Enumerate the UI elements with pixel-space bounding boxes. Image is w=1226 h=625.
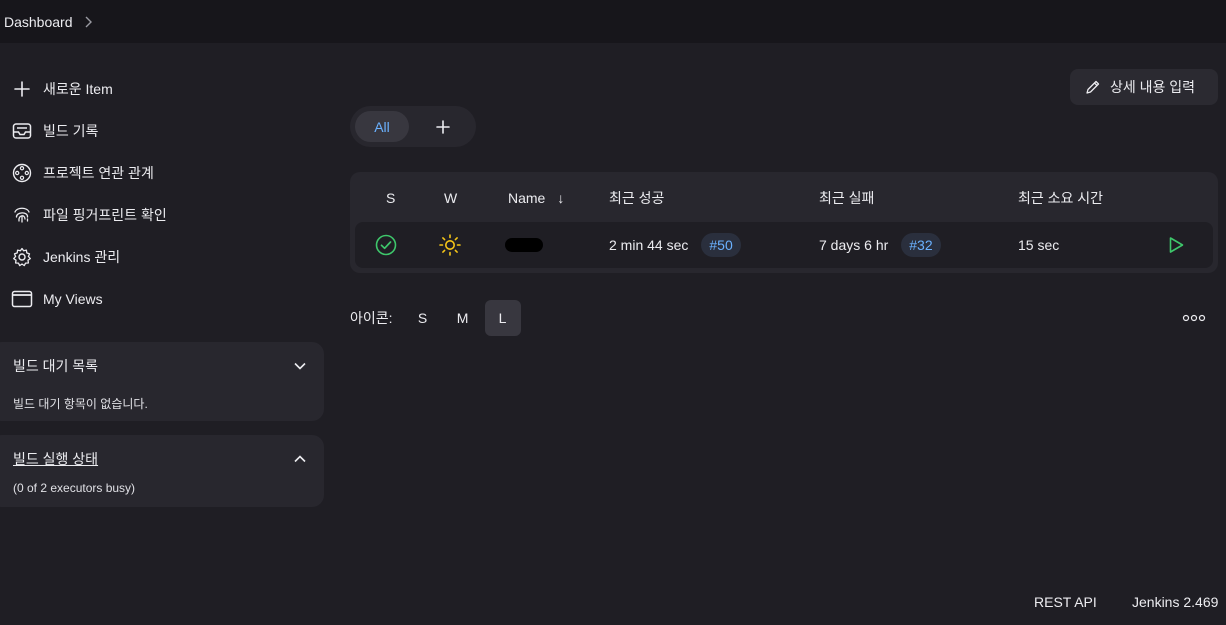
pencil-icon <box>1084 78 1102 96</box>
failure-build-link[interactable]: #32 <box>901 233 941 257</box>
header-last-failure[interactable]: 최근 실패 <box>819 189 874 207</box>
redacted-job-name <box>505 238 543 252</box>
header-last-success[interactable]: 최근 성공 <box>609 189 664 207</box>
jenkins-dashboard: Dashboard 새로운 Item 빌드 기록 프로젝트 연관 관계 파일 핑… <box>0 0 1226 625</box>
sidebar-item-label: 빌드 기록 <box>43 123 99 139</box>
breadcrumb-dashboard[interactable]: Dashboard <box>4 14 73 30</box>
job-name-link[interactable] <box>505 222 543 268</box>
last-success-cell: 2 min 44 sec #50 <box>609 222 741 268</box>
icon-size-medium[interactable]: M <box>445 300 481 336</box>
icon-size-selector: 아이콘: S M L <box>350 300 521 336</box>
sidebar-item-label: 새로운 Item <box>43 81 113 97</box>
sidebar-item-label: 파일 핑거프린트 확인 <box>43 207 167 223</box>
chevron-up-icon[interactable] <box>292 451 308 467</box>
plus-icon <box>11 78 33 100</box>
last-failure-cell: 7 days 6 hr #32 <box>819 222 941 268</box>
last-failure-time: 7 days 6 hr <box>819 237 889 253</box>
view-tabs: All <box>350 106 476 147</box>
edit-description-button[interactable]: 상세 내용 입력 <box>1070 69 1218 105</box>
sidebar-item-build-history[interactable]: 빌드 기록 <box>0 110 330 152</box>
sidebar-item-fingerprint[interactable]: 파일 핑거프린트 확인 <box>0 194 330 236</box>
sidebar-item-project-relationship[interactable]: 프로젝트 연관 관계 <box>0 152 330 194</box>
jobs-table: S W Name ↓ 최근 성공 최근 실패 최근 소요 시간 2 min 44… <box>350 172 1218 273</box>
gear-icon <box>11 246 33 268</box>
sidebar-item-manage-jenkins[interactable]: Jenkins 관리 <box>0 236 330 278</box>
inbox-icon <box>11 120 33 142</box>
sun-weather-icon <box>438 222 462 268</box>
sort-arrow-icon: ↓ <box>557 190 565 206</box>
header-status[interactable]: S <box>386 189 395 207</box>
add-view-icon[interactable] <box>433 117 453 137</box>
icon-size-small[interactable]: S <box>405 300 441 336</box>
tab-all[interactable]: All <box>355 111 409 142</box>
success-build-link[interactable]: #50 <box>701 233 741 257</box>
success-check-icon <box>375 222 397 268</box>
sidebar-item-my-views[interactable]: My Views <box>0 278 330 320</box>
header-name[interactable]: Name ↓ <box>508 189 564 207</box>
rest-api-link[interactable]: REST API <box>1034 594 1097 610</box>
header-last-duration[interactable]: 최근 소요 시간 <box>1018 189 1103 207</box>
chevron-down-icon[interactable] <box>292 358 308 374</box>
play-build-icon[interactable] <box>1167 222 1185 268</box>
executor-status-panel: 빌드 실행 상태 (0 of 2 executors busy) <box>0 435 324 507</box>
icon-size-label: 아이콘: <box>350 310 393 326</box>
fingerprint-icon <box>11 204 33 226</box>
breadcrumb: Dashboard <box>0 14 97 30</box>
executor-status-title[interactable]: 빌드 실행 상태 <box>13 449 98 469</box>
last-success-time: 2 min 44 sec <box>609 237 689 253</box>
last-duration: 15 sec <box>1018 237 1060 253</box>
more-options-icon[interactable] <box>1182 312 1206 324</box>
table-row: 2 min 44 sec #50 7 days 6 hr #32 15 sec <box>355 222 1213 268</box>
icon-size-large[interactable]: L <box>484 300 521 336</box>
build-queue-empty: 빌드 대기 항목이 없습니다. <box>13 397 148 411</box>
chevron-right-icon[interactable] <box>83 15 97 29</box>
relationship-icon <box>11 162 33 184</box>
header-weather[interactable]: W <box>444 189 457 207</box>
executor-status-text: (0 of 2 executors busy) <box>13 481 136 495</box>
header-name-label: Name <box>508 190 546 206</box>
jenkins-version-link[interactable]: Jenkins 2.469 <box>1132 594 1218 610</box>
top-bar: Dashboard <box>0 0 1226 43</box>
window-icon <box>11 288 33 310</box>
sidebar-item-label: 프로젝트 연관 관계 <box>43 165 154 181</box>
sidebar: 새로운 Item 빌드 기록 프로젝트 연관 관계 파일 핑거프린트 확인 Je… <box>0 68 330 320</box>
sidebar-item-label: My Views <box>43 291 103 307</box>
sidebar-item-label: Jenkins 관리 <box>43 249 121 265</box>
build-queue-title: 빌드 대기 목록 <box>13 358 99 374</box>
edit-description-label: 상세 내용 입력 <box>1110 79 1196 95</box>
sidebar-item-new-item[interactable]: 새로운 Item <box>0 68 330 110</box>
build-queue-panel: 빌드 대기 목록 빌드 대기 항목이 없습니다. <box>0 342 324 421</box>
